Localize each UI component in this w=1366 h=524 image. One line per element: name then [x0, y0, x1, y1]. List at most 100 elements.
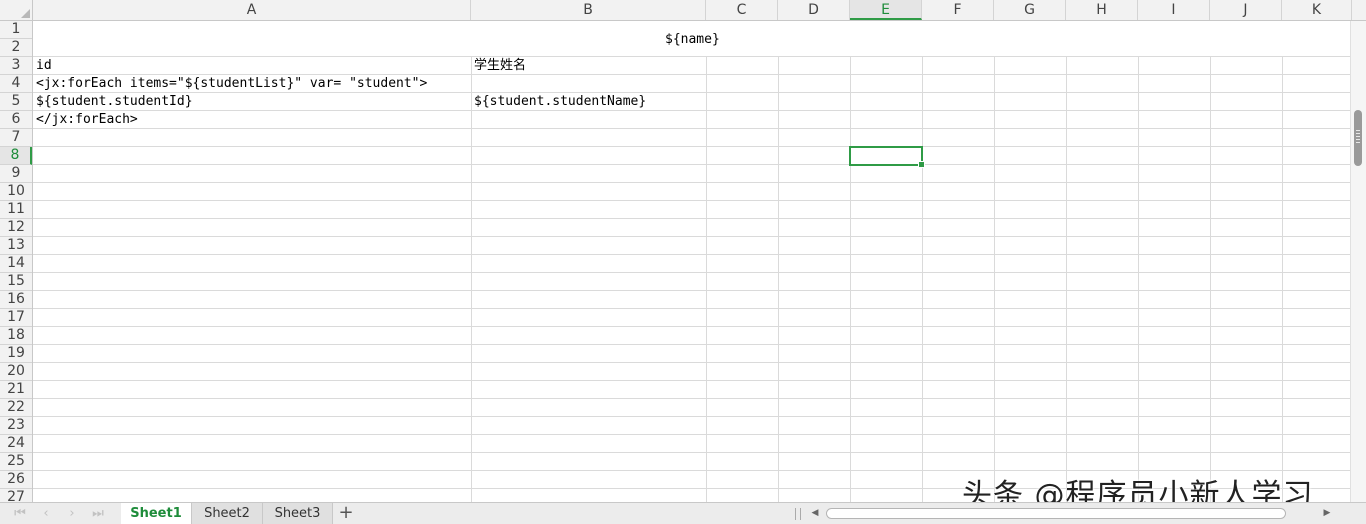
cell-b5[interactable]: ${student.studentName} — [474, 93, 646, 111]
gridline — [33, 308, 1350, 309]
tab-sheet2[interactable]: Sheet2 — [192, 503, 263, 524]
row-header-active[interactable]: 8 — [0, 147, 32, 165]
column-header-g[interactable]: G — [994, 0, 1066, 20]
row-header[interactable]: 21 — [0, 381, 32, 399]
row-header[interactable]: 15 — [0, 273, 32, 291]
row-header[interactable]: 14 — [0, 255, 32, 273]
row-header[interactable]: 18 — [0, 327, 32, 345]
column-headers: A B C D E F G H I J K — [33, 0, 1366, 21]
next-sheet-icon[interactable]: › — [60, 504, 84, 524]
gridline — [778, 21, 779, 502]
gridline — [33, 452, 1350, 453]
column-header-i[interactable]: I — [1138, 0, 1210, 20]
gridline — [33, 362, 1350, 363]
row-header[interactable]: 26 — [0, 471, 32, 489]
row-header[interactable]: 23 — [0, 417, 32, 435]
scroll-left-icon[interactable]: ◀ — [808, 505, 822, 522]
spreadsheet-area: A B C D E F G H I J K 1 2 3 4 5 6 7 8 9 … — [0, 0, 1366, 502]
gridline — [33, 164, 1350, 165]
cell-a5[interactable]: ${student.studentId} — [36, 93, 193, 111]
gridline — [1282, 21, 1283, 502]
gridline — [33, 200, 1350, 201]
gridline — [33, 110, 1350, 111]
gridline — [33, 218, 1350, 219]
title-cell-text: ${name} — [665, 32, 720, 47]
row-header[interactable]: 24 — [0, 435, 32, 453]
gridline — [33, 56, 1350, 57]
column-header-a[interactable]: A — [33, 0, 471, 20]
row-header[interactable]: 10 — [0, 183, 32, 201]
gridline — [1210, 21, 1211, 502]
cell-a4[interactable]: <jx:forEach items="${studentList}" var= … — [36, 75, 427, 93]
cell-a3[interactable]: id — [36, 57, 52, 75]
cell-a6[interactable]: </jx:forEach> — [36, 111, 138, 129]
row-header[interactable]: 16 — [0, 291, 32, 309]
row-header[interactable]: 27 — [0, 489, 32, 502]
watermark-text: 头条 @程序员小新人学习 — [962, 478, 1314, 502]
gridline — [33, 398, 1350, 399]
prev-sheet-icon[interactable]: ‹ — [34, 504, 58, 524]
add-sheet-button[interactable]: + — [336, 503, 356, 524]
gridline — [33, 416, 1350, 417]
column-header-h[interactable]: H — [1066, 0, 1138, 20]
gridline — [706, 21, 707, 502]
merged-title-cell[interactable]: ${name} — [33, 21, 1350, 56]
first-sheet-icon[interactable]: ⏮ — [8, 504, 32, 524]
row-header[interactable]: 25 — [0, 453, 32, 471]
split-handle-icon[interactable] — [795, 508, 801, 520]
row-header[interactable]: 19 — [0, 345, 32, 363]
selected-cell-e8[interactable] — [849, 146, 925, 168]
column-header-b[interactable]: B — [471, 0, 706, 20]
row-headers: 1 2 3 4 5 6 7 8 9 10 11 12 13 14 15 16 1… — [0, 21, 33, 502]
gridline — [33, 254, 1350, 255]
row-header[interactable]: 11 — [0, 201, 32, 219]
fill-handle[interactable] — [918, 161, 925, 168]
last-sheet-icon[interactable]: ⏭ — [86, 504, 110, 524]
gridline — [33, 326, 1350, 327]
row-header[interactable]: 1 — [0, 21, 32, 39]
row-header[interactable]: 6 — [0, 111, 32, 129]
column-header-e[interactable]: E — [850, 0, 922, 20]
row-header[interactable]: 9 — [0, 165, 32, 183]
sheet-tab-bar: ⏮ ‹ › ⏭ Sheet1 Sheet2 Sheet3 + ◀ ▶ — [0, 502, 1366, 524]
scroll-right-icon[interactable]: ▶ — [1320, 505, 1334, 522]
tab-sheet1[interactable]: Sheet1 — [121, 503, 192, 524]
row-header[interactable]: 2 — [0, 39, 32, 57]
row-header[interactable]: 3 — [0, 57, 32, 75]
gridline — [33, 434, 1350, 435]
gridline — [33, 290, 1350, 291]
gridline — [922, 21, 923, 502]
gridline — [994, 21, 995, 502]
gridline — [33, 146, 1350, 147]
gridline — [1066, 21, 1067, 502]
gridline — [33, 380, 1350, 381]
horizontal-scrollbar[interactable]: ◀ ▶ — [808, 505, 1348, 522]
vertical-scroll-thumb[interactable] — [1354, 110, 1362, 166]
row-header[interactable]: 7 — [0, 129, 32, 147]
cell-b3[interactable]: 学生姓名 — [474, 57, 526, 75]
gridline — [33, 344, 1350, 345]
column-header-d[interactable]: D — [778, 0, 850, 20]
row-header[interactable]: 17 — [0, 309, 32, 327]
column-header-j[interactable]: J — [1210, 0, 1282, 20]
gridline — [33, 236, 1350, 237]
column-header-f[interactable]: F — [922, 0, 994, 20]
column-header-k[interactable]: K — [1282, 0, 1352, 20]
gridline — [1138, 21, 1139, 502]
row-header[interactable]: 13 — [0, 237, 32, 255]
row-header[interactable]: 20 — [0, 363, 32, 381]
cell-grid[interactable]: ${name} id 学生姓名 <jx:forEach items="${stu… — [33, 21, 1350, 502]
gridline — [33, 272, 1350, 273]
row-header[interactable]: 22 — [0, 399, 32, 417]
row-header[interactable]: 12 — [0, 219, 32, 237]
vertical-scrollbar[interactable] — [1350, 21, 1366, 502]
gridline — [33, 182, 1350, 183]
row-header[interactable]: 5 — [0, 93, 32, 111]
select-all-corner[interactable] — [0, 0, 33, 21]
gridline — [850, 21, 851, 502]
gridline — [471, 21, 472, 502]
horizontal-scroll-thumb[interactable] — [826, 508, 1286, 519]
column-header-c[interactable]: C — [706, 0, 778, 20]
row-header[interactable]: 4 — [0, 75, 32, 93]
tab-sheet3[interactable]: Sheet3 — [263, 503, 333, 524]
